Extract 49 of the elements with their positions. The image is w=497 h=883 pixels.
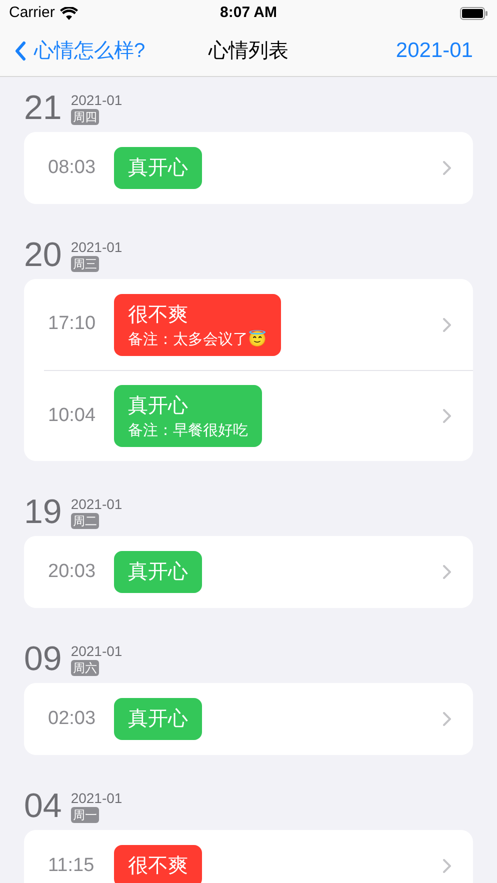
entry-time: 08:03 xyxy=(48,156,97,180)
chevron-right-icon xyxy=(443,712,451,726)
mood-note: 备注：太多会议了😇 xyxy=(128,330,267,350)
mood-label: 很不爽 xyxy=(128,854,188,879)
entry-time: 11:15 xyxy=(48,854,96,878)
day-number: 20 xyxy=(24,238,62,272)
chevron-left-icon xyxy=(14,41,26,61)
month-button[interactable]: 2021-01 xyxy=(313,35,483,67)
chevron-right-icon xyxy=(443,161,451,175)
entry-time: 10:04 xyxy=(48,404,97,428)
mood-note: 备注：早餐很好吃 xyxy=(128,421,248,441)
wifi-icon xyxy=(60,6,78,20)
status-time: 8:07 AM xyxy=(220,2,277,23)
screen-title: 心情列表 xyxy=(208,39,288,64)
mood-entry[interactable]: 17:10 很不爽 备注：太多会议了😇 xyxy=(44,279,473,370)
weekday-tag: 周二 xyxy=(70,513,99,529)
month-label: 2021-01 xyxy=(70,791,122,805)
chevron-right-icon xyxy=(443,565,451,579)
mood-label: 真开心 xyxy=(128,560,188,585)
carrier-name: Carrier xyxy=(9,2,55,23)
mood-label: 真开心 xyxy=(128,707,188,732)
month-label: 2021-01 xyxy=(70,644,122,658)
day-number: 09 xyxy=(24,642,62,676)
mood-label: 真开心 xyxy=(128,394,189,419)
mood-entry[interactable]: 02:03 真开心 xyxy=(44,683,473,755)
mood-label: 真开心 xyxy=(128,156,188,181)
mood-entry[interactable]: 10:04 真开心 备注：早餐很好吃 xyxy=(44,370,473,461)
battery-icon xyxy=(460,6,488,20)
month-label: 2021-01 xyxy=(70,497,122,511)
chevron-right-icon xyxy=(443,859,451,873)
day-number: 04 xyxy=(24,789,62,823)
mood-entry[interactable]: 20:03 真开心 xyxy=(44,536,473,608)
entry-time: 17:10 xyxy=(48,312,97,336)
mood-entry[interactable]: 11:15 很不爽 xyxy=(44,830,473,883)
weekday-tag: 周三 xyxy=(70,256,99,272)
month-label: 2021-01 xyxy=(70,93,122,107)
month-label: 2021-01 xyxy=(70,240,122,254)
weekday-tag: 周四 xyxy=(70,109,99,125)
day-number: 21 xyxy=(24,91,62,125)
entry-time: 20:03 xyxy=(48,560,97,584)
mood-label: 很不爽 xyxy=(128,302,189,328)
chevron-right-icon xyxy=(443,318,451,332)
day-number: 19 xyxy=(24,495,62,529)
entry-time: 02:03 xyxy=(48,706,97,731)
back-button[interactable]: 心情怎么样? xyxy=(14,36,184,66)
weekday-tag: 周一 xyxy=(70,807,99,823)
mood-entry[interactable]: 08:03 真开心 xyxy=(44,132,473,204)
weekday-tag: 周六 xyxy=(70,660,99,676)
chevron-right-icon xyxy=(443,409,451,423)
